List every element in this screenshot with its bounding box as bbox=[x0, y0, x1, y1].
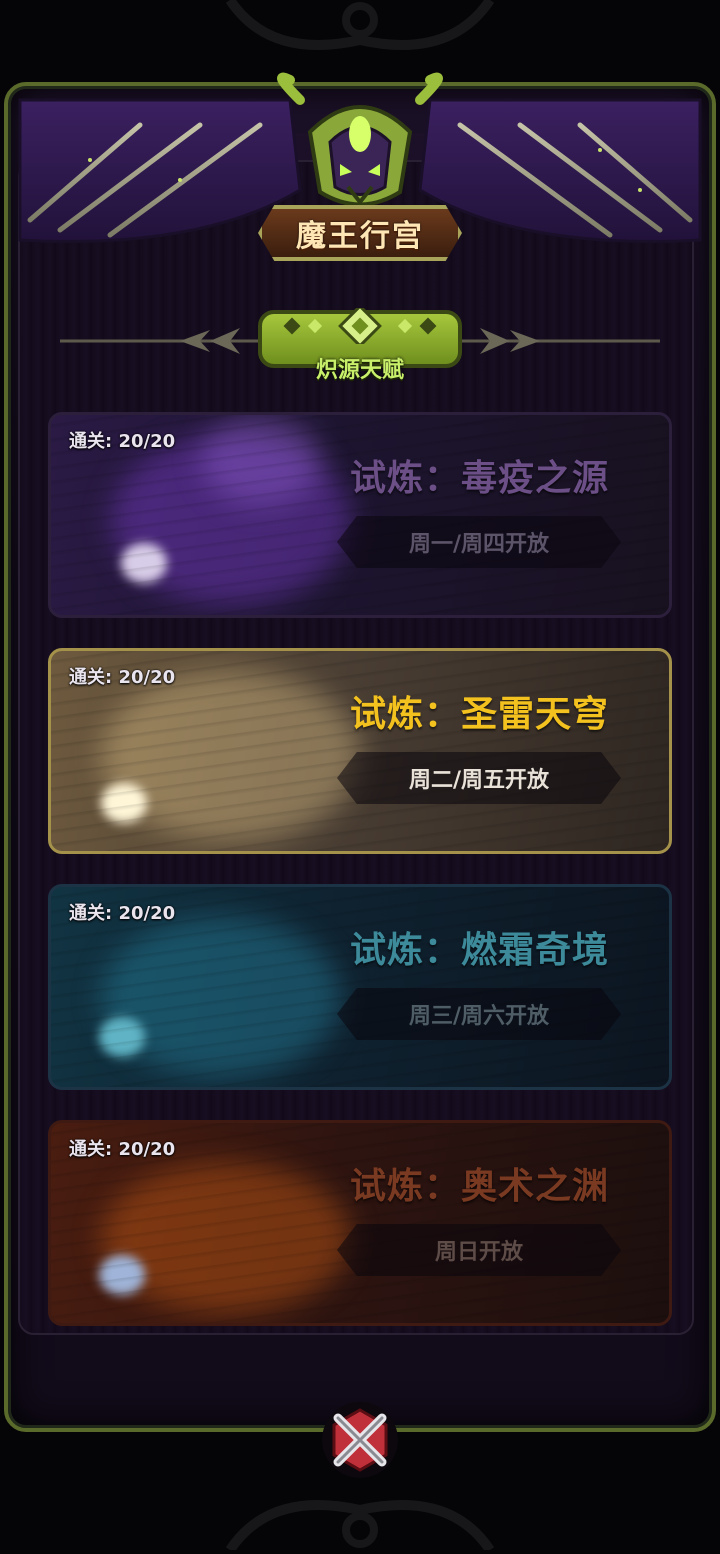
trial-title: 试炼：圣雷天穹 bbox=[349, 694, 609, 735]
title-plate: 魔王行宫 bbox=[258, 205, 462, 261]
trial-title: 试炼：燃霜奇境 bbox=[349, 930, 609, 971]
trial-title: 试炼：奥术之渊 bbox=[349, 1166, 609, 1207]
trial-card-poison[interactable]: 通关: 20/20 试炼：毒疫之源 周一/周四开放 bbox=[48, 412, 672, 618]
trial-title: 试炼：毒疫之源 bbox=[349, 458, 609, 499]
trial-card-arcane[interactable]: 通关: 20/20 试炼：奥术之渊 周日开放 bbox=[48, 1120, 672, 1326]
schedule-badge: 周二/周五开放 bbox=[337, 752, 621, 804]
page-title: 魔王行宫 bbox=[296, 219, 424, 254]
clear-progress-label: 通关: 20/20 bbox=[69, 1139, 176, 1160]
schedule-badge: 周日开放 bbox=[337, 1224, 621, 1276]
clear-progress-label: 通关: 20/20 bbox=[69, 903, 176, 924]
schedule-text: 周日开放 bbox=[434, 1240, 523, 1265]
page-subtitle: 炽源天赋 bbox=[315, 358, 404, 383]
schedule-text: 周三/周六开放 bbox=[408, 1004, 550, 1029]
clear-progress-label: 通关: 20/20 bbox=[69, 431, 176, 452]
game-screen: 魔王行宫 炽源天赋 通关: 20/20 试炼：毒疫之源 周一/周四开放 通关: … bbox=[0, 0, 720, 1554]
trial-card-frost[interactable]: 通关: 20/20 试炼：燃霜奇境 周三/周六开放 bbox=[48, 884, 672, 1090]
schedule-badge: 周三/周六开放 bbox=[337, 988, 621, 1040]
trial-card-thunder[interactable]: 通关: 20/20 试炼：圣雷天穹 周二/周五开放 bbox=[48, 648, 672, 854]
demon-skull-emblem-icon bbox=[307, 105, 413, 207]
clear-progress-label: 通关: 20/20 bbox=[69, 667, 176, 688]
schedule-badge: 周一/周四开放 bbox=[337, 516, 621, 568]
diamond-gem-row-icon bbox=[283, 308, 437, 344]
close-x-icon[interactable] bbox=[320, 1400, 400, 1480]
schedule-text: 周二/周五开放 bbox=[408, 768, 550, 793]
bottom-background-ornament bbox=[225, 1500, 495, 1550]
schedule-text: 周一/周四开放 bbox=[408, 532, 550, 557]
